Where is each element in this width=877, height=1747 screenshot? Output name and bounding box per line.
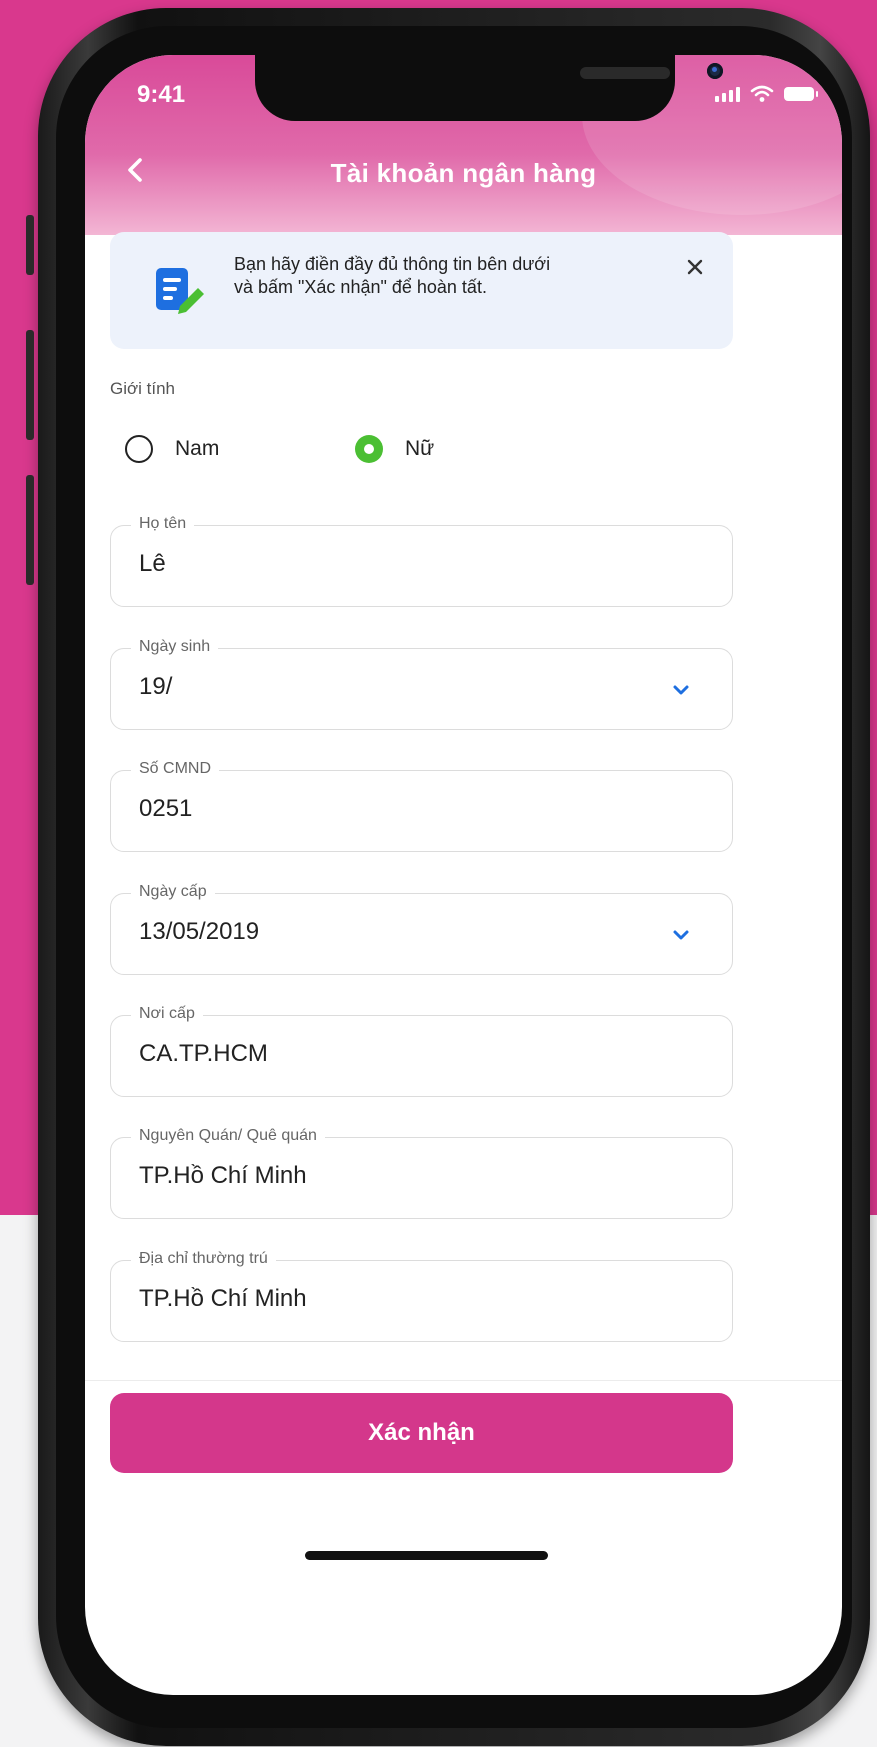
field-value: 13/05/2019: [139, 918, 260, 945]
radio-unchecked-icon: [125, 435, 153, 463]
status-icons: [715, 85, 818, 103]
hometown-field[interactable]: Nguyên Quán/ Quê quán TP.Hồ Chí Minh: [110, 1127, 733, 1219]
confirm-button[interactable]: Xác nhận: [110, 1393, 733, 1473]
side-button-volume-down: [26, 475, 34, 585]
field-value: TP.Hồ Chí Minh: [139, 1285, 307, 1312]
info-banner: Bạn hãy điền đầy đủ thông tin bên dưới v…: [110, 232, 733, 349]
field-label: Địa chỉ thường trú: [131, 1250, 276, 1268]
field-value: CA.TP.HCM: [139, 1040, 268, 1067]
device-notch: [255, 55, 723, 121]
side-button-mute: [26, 215, 34, 275]
info-banner-text: Bạn hãy điền đầy đủ thông tin bên dưới v…: [234, 253, 654, 299]
field-label: Nơi cấp: [131, 1005, 203, 1023]
info-banner-line-2: và bấm "Xác nhận" để hoàn tất.: [234, 277, 487, 297]
gender-option-female[interactable]: Nữ: [355, 435, 434, 463]
wifi-icon: [750, 85, 774, 102]
field-value: 19/: [139, 673, 173, 700]
field-value: 0251: [139, 795, 193, 822]
issue-date-field[interactable]: Ngày cấp 13/05/2019: [110, 883, 733, 975]
page-title: Tài khoản ngân hàng: [330, 158, 597, 188]
gender-option-label: Nữ: [405, 437, 435, 460]
field-label: Ngày cấp: [131, 883, 215, 901]
birth-date-field[interactable]: Ngày sinh 19/: [110, 638, 733, 730]
signal-icon: [715, 86, 740, 102]
speaker-grille: [580, 67, 670, 79]
field-label: Số CMND: [131, 760, 220, 778]
gender-label: Giới tính: [110, 379, 176, 398]
id-number-field[interactable]: Số CMND 0251: [110, 760, 733, 852]
close-icon[interactable]: [684, 256, 706, 278]
gender-option-male[interactable]: Nam: [125, 435, 219, 463]
battery-icon: [784, 87, 818, 101]
side-button-volume-up: [26, 330, 34, 440]
full-name-field[interactable]: Họ tên Lê: [110, 515, 733, 607]
front-camera: [707, 63, 723, 79]
field-label: Nguyên Quán/ Quê quán: [131, 1127, 325, 1145]
phone-screen: 9:41 Tài khoản ngân hàng Bạn hãy điền đầ…: [85, 55, 842, 1695]
field-value: TP.Hồ Chí Minh: [139, 1162, 307, 1189]
info-banner-line-1: Bạn hãy điền đầy đủ thông tin bên dưới: [234, 254, 551, 274]
chevron-down-icon[interactable]: [670, 924, 692, 946]
status-time: 9:41: [137, 81, 186, 108]
home-indicator: [305, 1551, 548, 1560]
radio-checked-icon: [355, 435, 383, 463]
field-label: Họ tên: [131, 515, 195, 533]
field-value: Lê: [139, 550, 166, 577]
permanent-address-field[interactable]: Địa chỉ thường trú TP.Hồ Chí Minh: [110, 1250, 733, 1342]
edit-document-icon: [156, 268, 204, 314]
footer-divider: [85, 1380, 842, 1381]
chevron-down-icon[interactable]: [670, 679, 692, 701]
gender-option-label: Nam: [175, 437, 220, 460]
issue-place-field[interactable]: Nơi cấp CA.TP.HCM: [110, 1005, 733, 1097]
field-label: Ngày sinh: [131, 638, 219, 656]
